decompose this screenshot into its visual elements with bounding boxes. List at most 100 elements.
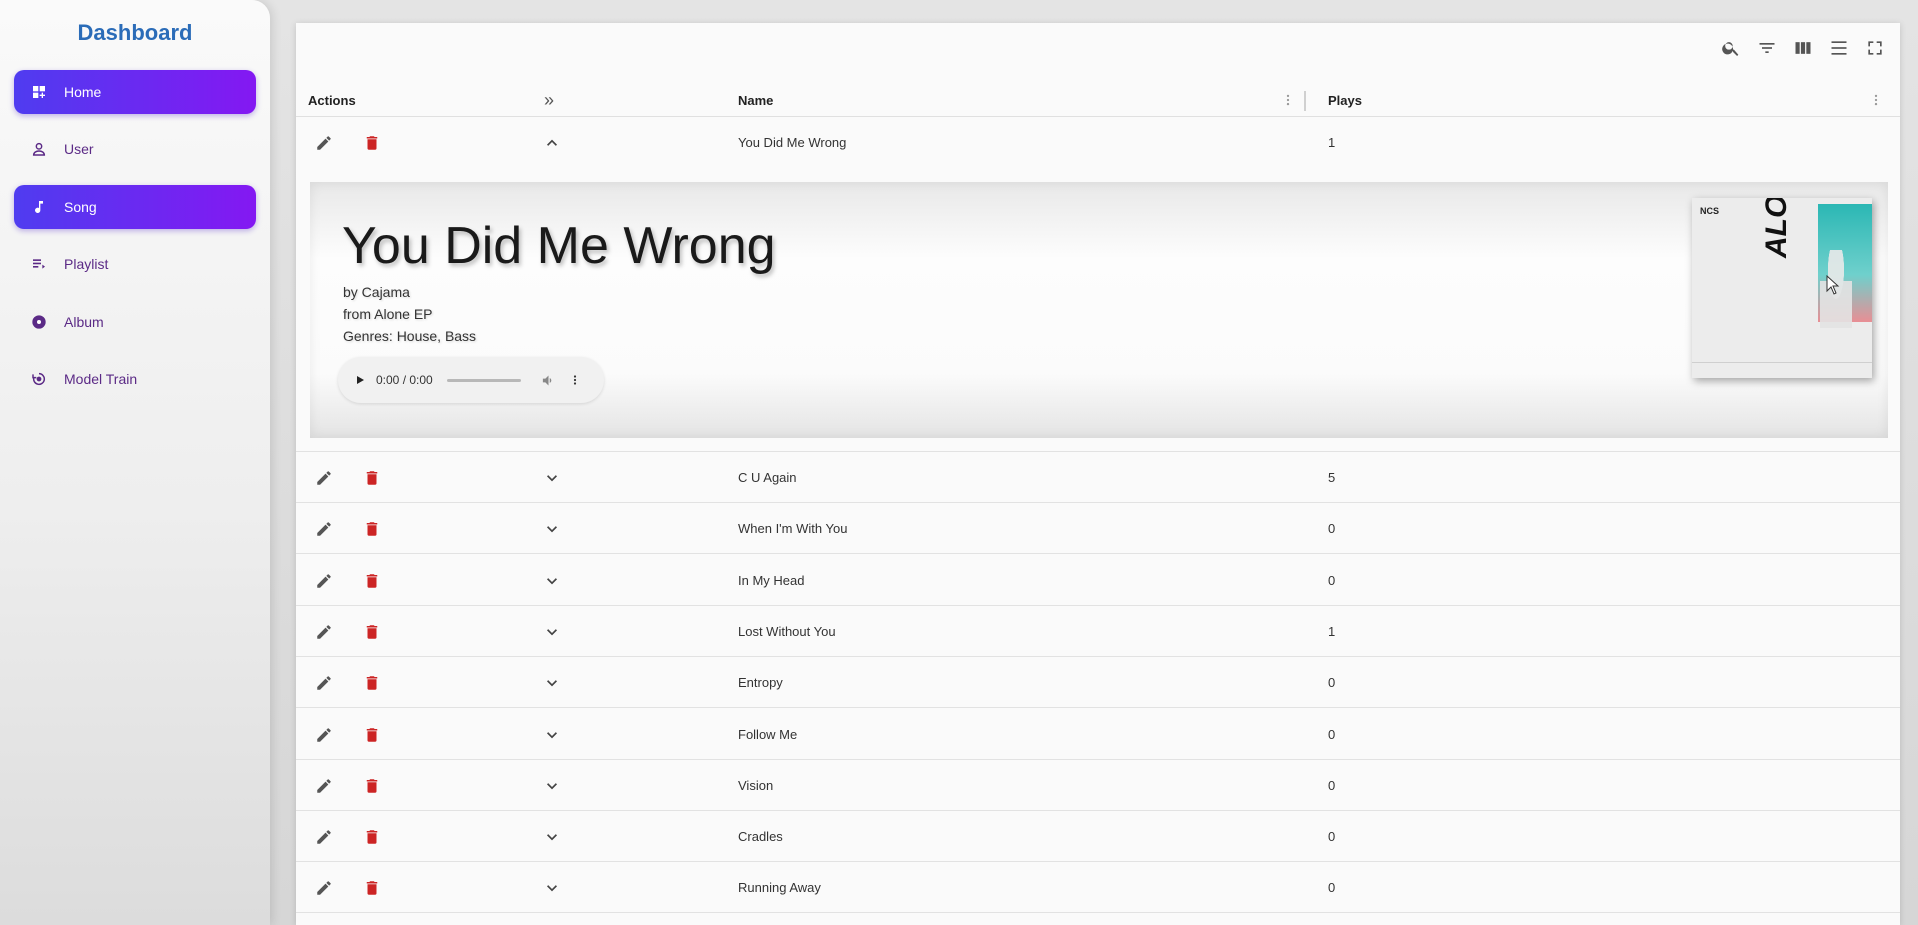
fullscreen-icon[interactable] bbox=[1864, 37, 1886, 59]
delete-icon[interactable] bbox=[360, 569, 384, 593]
chevron-down-icon[interactable] bbox=[540, 466, 564, 490]
table-row-expanded: You Did Me Wrong 1 bbox=[296, 117, 1900, 169]
delete-icon[interactable] bbox=[360, 774, 384, 798]
song-detail-title: You Did Me Wrong bbox=[342, 217, 776, 275]
song-plays: 1 bbox=[1328, 135, 1336, 150]
play-icon[interactable] bbox=[354, 373, 368, 387]
columns-icon[interactable] bbox=[1792, 37, 1814, 59]
audio-player: 0:00 / 0:00 bbox=[338, 357, 604, 403]
delete-icon[interactable] bbox=[360, 723, 384, 747]
delete-icon[interactable] bbox=[360, 620, 384, 644]
chevron-down-icon[interactable] bbox=[540, 825, 564, 849]
chevron-down-icon[interactable] bbox=[540, 620, 564, 644]
song-name: Entropy bbox=[738, 674, 783, 690]
sidebar-item-song[interactable]: Song bbox=[14, 185, 256, 229]
delete-icon[interactable] bbox=[360, 131, 384, 155]
chevron-down-icon[interactable] bbox=[540, 723, 564, 747]
edit-icon[interactable] bbox=[312, 131, 336, 155]
more-options-icon[interactable] bbox=[569, 372, 581, 388]
delete-icon[interactable] bbox=[360, 671, 384, 695]
header-name[interactable]: Name bbox=[738, 83, 773, 117]
sidebar-item-label: Song bbox=[64, 199, 97, 215]
table-row: Vision 0 bbox=[296, 760, 1900, 811]
sidebar-item-user[interactable]: User bbox=[14, 127, 256, 171]
person-icon bbox=[30, 140, 48, 158]
delete-icon[interactable] bbox=[360, 466, 384, 490]
model-training-icon bbox=[30, 370, 48, 388]
album-icon bbox=[30, 313, 48, 331]
player-progress-bar[interactable] bbox=[446, 378, 521, 382]
song-plays: 5 bbox=[1328, 469, 1336, 485]
album-cover-image: NCS ALONE bbox=[1692, 198, 1872, 378]
table-header: Actions » Name Plays bbox=[296, 83, 1900, 117]
song-plays: 0 bbox=[1328, 879, 1336, 895]
cover-word: ALONE bbox=[1760, 198, 1793, 258]
song-name: Lost Without You bbox=[738, 623, 836, 639]
song-detail-panel: You Did Me Wrong by Cajama from Alone EP… bbox=[296, 168, 1900, 452]
chevron-down-icon[interactable] bbox=[540, 517, 564, 541]
edit-icon[interactable] bbox=[312, 466, 336, 490]
song-name: You Did Me Wrong bbox=[738, 135, 847, 150]
dashboard-icon bbox=[30, 83, 48, 101]
column-menu-icon[interactable] bbox=[1280, 92, 1296, 108]
delete-icon[interactable] bbox=[360, 876, 384, 900]
table-row: In My Head 0 bbox=[296, 555, 1900, 606]
song-plays: 0 bbox=[1328, 572, 1336, 588]
sidebar-item-label: Playlist bbox=[64, 256, 109, 272]
volume-icon[interactable] bbox=[541, 372, 557, 388]
song-plays: 1 bbox=[1328, 623, 1336, 639]
edit-icon[interactable] bbox=[312, 825, 336, 849]
song-name: In My Head bbox=[738, 572, 805, 588]
header-plays[interactable]: Plays bbox=[1328, 83, 1362, 117]
song-plays: 0 bbox=[1328, 674, 1336, 690]
song-plays: 0 bbox=[1328, 726, 1336, 742]
song-plays: 0 bbox=[1328, 520, 1336, 536]
sidebar-item-home[interactable]: Home bbox=[14, 70, 256, 114]
chevron-up-icon[interactable] bbox=[540, 131, 564, 155]
song-name: Vision bbox=[738, 777, 774, 793]
mouse-cursor-icon bbox=[1826, 275, 1840, 295]
column-menu-icon[interactable] bbox=[1868, 92, 1884, 108]
sidebar-item-label: Model Train bbox=[64, 371, 138, 387]
song-name: Cradles bbox=[738, 828, 783, 844]
sidebar-item-album[interactable]: Album bbox=[14, 300, 256, 344]
edit-icon[interactable] bbox=[312, 876, 336, 900]
table-row: Running Away 0 bbox=[296, 862, 1900, 913]
edit-icon[interactable] bbox=[312, 620, 336, 644]
edit-icon[interactable] bbox=[312, 671, 336, 695]
column-resize-handle[interactable] bbox=[1304, 91, 1306, 111]
search-icon[interactable] bbox=[1720, 37, 1742, 59]
chevron-down-icon[interactable] bbox=[540, 876, 564, 900]
table-row: Lost Without You 1 bbox=[296, 606, 1900, 657]
chevron-down-icon[interactable] bbox=[540, 671, 564, 695]
cover-footer bbox=[1692, 362, 1872, 372]
table-row: Entropy 0 bbox=[296, 657, 1900, 708]
edit-icon[interactable] bbox=[312, 774, 336, 798]
song-name: Follow Me bbox=[738, 726, 798, 742]
player-time: 0:00 / 0:00 bbox=[376, 373, 433, 387]
cover-logo: NCS bbox=[1700, 206, 1720, 216]
sidebar-item-label: Home bbox=[64, 84, 102, 100]
delete-icon[interactable] bbox=[360, 825, 384, 849]
sidebar-item-label: Album bbox=[64, 314, 104, 330]
song-artist: by Cajama bbox=[343, 284, 410, 300]
chevron-down-icon[interactable] bbox=[540, 569, 564, 593]
table-row: Follow Me 0 bbox=[296, 709, 1900, 760]
song-detail-card: You Did Me Wrong by Cajama from Alone EP… bbox=[310, 182, 1888, 438]
chevron-down-icon[interactable] bbox=[540, 774, 564, 798]
music-note-icon bbox=[30, 198, 48, 216]
song-name: When I'm With You bbox=[738, 520, 848, 536]
edit-icon[interactable] bbox=[312, 723, 336, 747]
sidebar-item-label: User bbox=[64, 141, 94, 157]
table-toolbar bbox=[1720, 37, 1886, 59]
edit-icon[interactable] bbox=[312, 517, 336, 541]
sidebar-item-model-train[interactable]: Model Train bbox=[14, 357, 256, 401]
density-icon[interactable] bbox=[1828, 37, 1850, 59]
edit-icon[interactable] bbox=[312, 569, 336, 593]
table-row: C U Again 5 bbox=[296, 452, 1900, 503]
header-actions: Actions bbox=[308, 92, 356, 108]
sidebar-item-playlist[interactable]: Playlist bbox=[14, 242, 256, 286]
expand-all-button[interactable]: » bbox=[544, 83, 554, 117]
filter-icon[interactable] bbox=[1756, 37, 1778, 59]
delete-icon[interactable] bbox=[360, 517, 384, 541]
